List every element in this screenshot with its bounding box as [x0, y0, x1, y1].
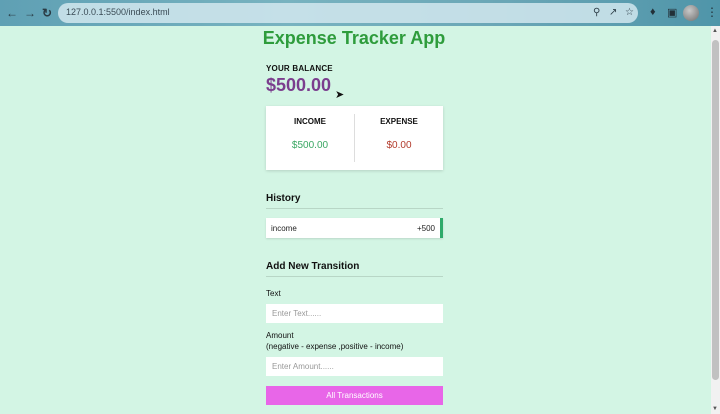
balance-label: YOUR BALANCE [266, 64, 333, 73]
submit-button[interactable]: All Transactions [266, 386, 443, 405]
history-list-item[interactable]: income +500 [266, 218, 443, 238]
expense-value: $0.00 [386, 140, 412, 151]
history-heading: History [266, 193, 301, 204]
zoom-icon[interactable]: ⚲ [593, 7, 600, 18]
menu-icon[interactable]: ⋮ [706, 5, 718, 19]
reload-icon[interactable]: ↻ [42, 6, 52, 20]
profile-avatar[interactable] [683, 5, 699, 21]
income-expense-card: INCOME $500.00 EXPENSE $0.00 [266, 106, 443, 170]
history-item-text: income [271, 224, 297, 233]
text-input[interactable] [266, 304, 443, 323]
history-divider [266, 208, 443, 209]
income-label: INCOME [294, 117, 326, 126]
page-scrollbar[interactable]: ▲ ▼ [711, 26, 720, 414]
share-icon[interactable]: ↗ [609, 7, 617, 18]
bookmark-star-icon[interactable]: ☆ [625, 7, 634, 18]
expense-column: EXPENSE $0.00 [355, 106, 443, 151]
address-bar[interactable]: 127.0.0.1:5500/index.html ⚲ ↗ ☆ [58, 3, 638, 23]
back-icon[interactable]: ← [6, 6, 18, 20]
url-text: 127.0.0.1:5500/index.html [66, 7, 170, 17]
browser-toolbar: ← → ↻ 127.0.0.1:5500/index.html ⚲ ↗ ☆ ♦ … [0, 0, 720, 26]
income-value: $500.00 [291, 140, 329, 151]
amount-hint: (negative - expense ,positive - income) [266, 342, 404, 351]
amount-input[interactable] [266, 357, 443, 376]
form-divider [266, 276, 443, 277]
balance-amount: $500.00 [266, 75, 332, 95]
income-column: INCOME $500.00 [266, 106, 354, 151]
add-transaction-heading: Add New Transition [266, 261, 360, 272]
expense-label: EXPENSE [380, 117, 418, 126]
amount-label: Amount [266, 331, 294, 340]
scroll-down-icon[interactable]: ▼ [712, 406, 718, 412]
history-item-amount: +500 [416, 224, 435, 233]
forward-icon[interactable]: → [24, 6, 36, 20]
text-label: Text [266, 289, 281, 298]
page-title: Expense Tracker App [262, 28, 446, 48]
scroll-up-icon[interactable]: ▲ [712, 28, 718, 34]
mouse-cursor-icon: ➤ [335, 89, 345, 101]
side-panel-icon[interactable]: ▣ [667, 6, 677, 19]
extensions-icon[interactable]: ♦ [650, 6, 656, 18]
scrollbar-thumb[interactable] [712, 40, 719, 380]
